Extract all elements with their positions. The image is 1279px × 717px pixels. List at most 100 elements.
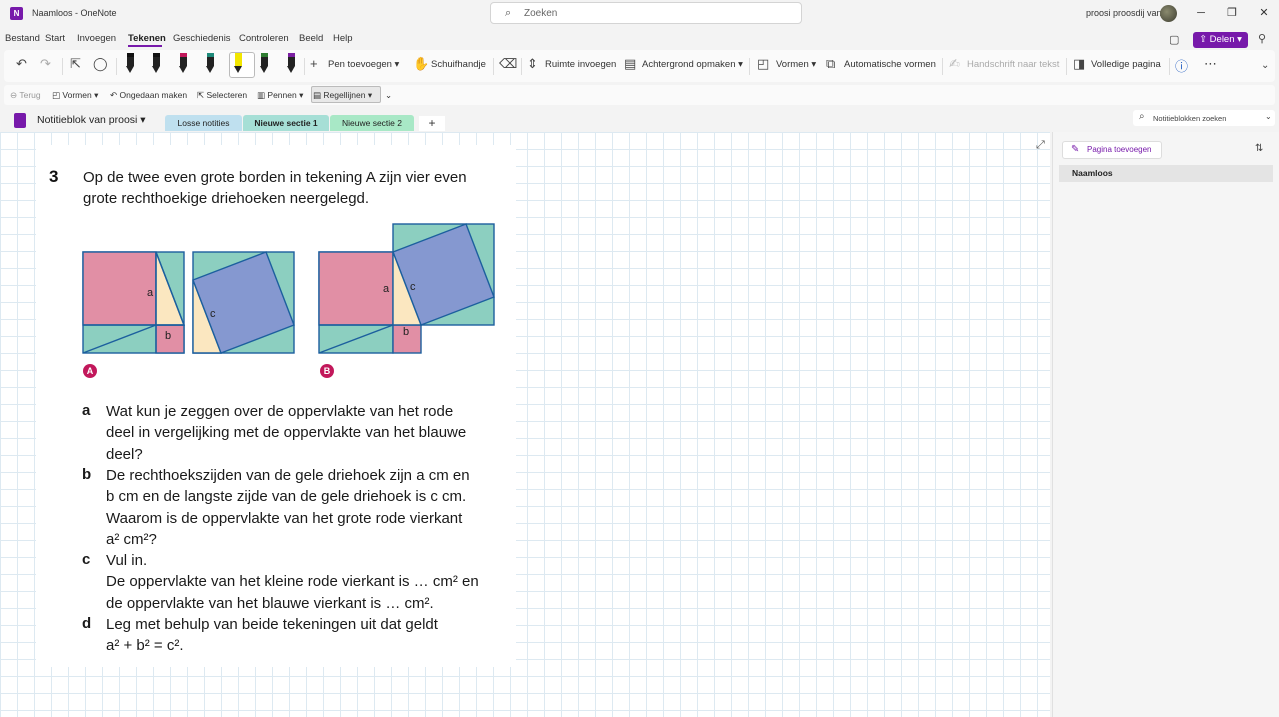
menu-invoegen[interactable]: Invoegen [77, 33, 116, 44]
pen-7-icon[interactable] [287, 53, 296, 75]
expand-icon[interactable]: ⤢ [1036, 139, 1045, 152]
question-a: Wat kun je zeggen over de oppervlakte va… [106, 401, 516, 465]
menu-geschiedenis[interactable]: Geschiedenis [173, 33, 231, 44]
tab-nieuwe-sectie-1[interactable]: Nieuwe sectie 1 [243, 115, 329, 131]
tab-nieuwe-sectie-2[interactable]: Nieuwe sectie 2 [330, 115, 414, 131]
question-line: De oppervlakte van het kleine rode vierk… [106, 573, 479, 591]
hand-icon: ✋ [413, 56, 430, 71]
notebook-selector[interactable]: Notitieblok van proosi ▾ [37, 114, 146, 126]
question-c: Vul in. De oppervlakte van het kleine ro… [106, 550, 516, 614]
insert-space-icon: ⇕ [527, 56, 538, 71]
sort-icon[interactable]: ⇅ [1255, 143, 1263, 154]
lasso-select-icon[interactable]: ◯ [93, 56, 108, 72]
more-options-icon[interactable]: ⋯ [1204, 56, 1217, 72]
onenote-window: N Naamloos - OneNote ⌕ Zoeken proosi pro… [0, 0, 1279, 717]
pen-6-icon[interactable] [260, 53, 269, 75]
pages-pane [1052, 132, 1279, 717]
pen-tip [126, 66, 134, 73]
separator [304, 58, 305, 75]
eraser-icon[interactable]: ⌫ [499, 56, 517, 72]
figure-a-label: A [83, 364, 97, 378]
minimize-icon[interactable]: ─ [1193, 5, 1209, 21]
insert-space-button[interactable]: Ruimte invoegen [545, 59, 616, 70]
pens-quick-label: Pennen [267, 90, 297, 100]
figure-b-label: B [320, 364, 334, 378]
onenote-logo-icon: N [10, 7, 23, 20]
shapes-button[interactable]: Vormen ▾ [776, 59, 816, 70]
auto-shapes-button[interactable]: Automatische vormen [844, 59, 936, 70]
question-line: deel? [106, 445, 143, 463]
pens-quick-button[interactable]: ▥ Pennen ▾ [257, 90, 303, 101]
menu-help[interactable]: Help [333, 33, 353, 44]
separator [493, 58, 494, 75]
separator [1169, 58, 1170, 75]
question-line: De rechthoekszijden van de gele driehoek… [106, 467, 470, 484]
pen-1-icon[interactable] [126, 53, 135, 75]
select-pointer-icon[interactable]: ⇱ [70, 56, 81, 72]
select-quick-label: Selecteren [206, 90, 248, 100]
add-section-button[interactable]: + [419, 116, 445, 131]
page-item[interactable]: Naamloos [1059, 165, 1273, 182]
separator [116, 58, 117, 75]
background-button[interactable]: Achtergrond opmaken ▾ [642, 59, 743, 70]
pen-tip [260, 66, 268, 73]
undo-icon[interactable]: ↶ [16, 56, 27, 72]
restore-icon[interactable]: ❐ [1224, 5, 1240, 21]
close-icon[interactable]: ✕ [1256, 5, 1272, 21]
menu-beeld[interactable]: Beeld [299, 33, 323, 44]
pen-4-icon[interactable] [206, 53, 215, 75]
customize-qat-icon[interactable]: ⌄ [385, 90, 392, 101]
pen-5-icon[interactable] [234, 53, 243, 75]
menu-controleren[interactable]: Controleren [239, 33, 289, 44]
separator [749, 58, 750, 75]
redo-icon[interactable]: ↷ [40, 56, 51, 72]
ink-to-text-button[interactable]: Handschrift naar tekst [967, 59, 1059, 70]
notebook-search[interactable]: ⌕ Notitieblokken zoeken ⌄ [1133, 110, 1275, 126]
help-icon[interactable]: ⓘ [1175, 56, 1188, 75]
tab-losse-notities[interactable]: Losse notities [165, 115, 242, 131]
question-d-letter: d [82, 615, 92, 632]
question-line: a² + b² = c². [106, 637, 184, 655]
question-line: b cm en de langste zijde van de gele dri… [106, 488, 467, 506]
pen-tip [287, 66, 295, 73]
rule-lines-button[interactable]: ▤ Regellijnen ▾ [313, 90, 372, 101]
separator [521, 58, 522, 75]
avatar[interactable] [1160, 5, 1177, 22]
ink-to-text-icon: ✍ [949, 56, 960, 71]
window-title: Naamloos - OneNote [32, 8, 117, 18]
pen-3-icon[interactable] [179, 53, 188, 75]
search-box[interactable]: ⌕ Zoeken [490, 2, 802, 24]
question-line: deel in vergelijking met de oppervlakte … [106, 424, 467, 442]
collapse-ribbon-icon[interactable]: ⌄ [1261, 60, 1269, 71]
select-quick-button[interactable]: ⇱ Selecteren [197, 90, 247, 101]
question-b: De rechthoekszijden van de gele driehoek… [106, 465, 516, 550]
pen-color-cap [261, 53, 268, 57]
pen-2-icon[interactable] [152, 53, 161, 75]
pen-color-cap [180, 53, 187, 57]
add-pen-button[interactable]: Pen toevoegen ▾ [328, 59, 399, 70]
feedback-icon[interactable]: ⚲ [1258, 32, 1266, 45]
user-name[interactable]: proosi proosdij van [1086, 8, 1162, 18]
separator [62, 58, 63, 75]
notebook-view-icon[interactable]: ▢ [1169, 33, 1179, 46]
notebook-search-placeholder: Notitieblokken zoeken [1153, 114, 1227, 123]
plus-icon: + [310, 56, 318, 71]
label-a-b: a [383, 283, 390, 295]
rule-lines-label: Regellijnen [323, 90, 366, 100]
label-a-left: a [147, 287, 154, 299]
shapes-quick-button[interactable]: ◰ Vormen ▾ [52, 90, 98, 101]
menu-tekenen[interactable]: Tekenen [128, 33, 166, 44]
pan-button[interactable]: Schuifhandje [431, 59, 486, 70]
share-button[interactable]: ⇪ Delen ▾ [1193, 32, 1248, 48]
back-button[interactable]: ⊖ Terug [10, 90, 41, 101]
question-line: de oppervlakte van het blauwe vierkant i… [106, 594, 434, 612]
ribbon: ↶ ↷ ⇱ ◯ + Pen toevoegen ▾ ✋ Schuifhandje… [4, 50, 1275, 82]
add-page-button[interactable]: ✎ Pagina toevoegen [1062, 141, 1162, 159]
menu-start[interactable]: Start [45, 33, 65, 44]
full-page-button[interactable]: Volledige pagina [1091, 59, 1161, 70]
label-b-b: b [403, 326, 409, 338]
search-icon: ⌕ [1139, 111, 1145, 122]
menu-bestand[interactable]: Bestand [5, 33, 40, 44]
add-page-label: Pagina toevoegen [1087, 145, 1152, 154]
undo-quick-button[interactable]: ↶ Ongedaan maken [110, 90, 187, 101]
